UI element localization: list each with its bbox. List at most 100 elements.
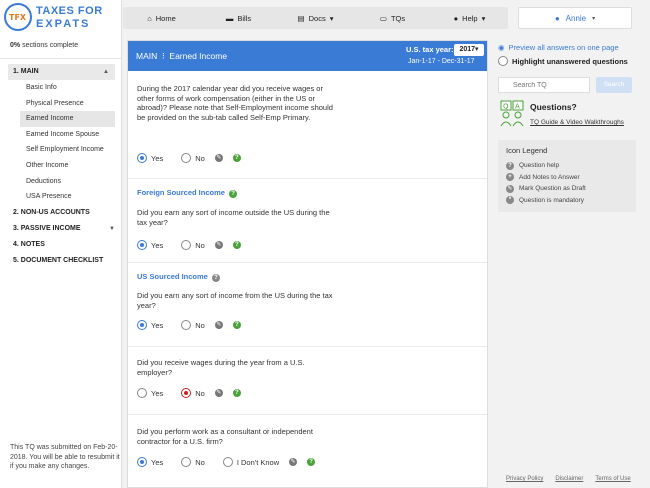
user-icon: ● (554, 13, 560, 23)
svg-text:A: A (515, 103, 520, 111)
submitted-note: This TQ was submitted on Feb-20-2018. Yo… (10, 444, 120, 470)
question-foreign-income: Foreign Sourced Income ? Did you earn an… (128, 179, 487, 263)
add-note-icon: + (506, 173, 514, 182)
question-wages: During the 2017 calendar year did you re… (128, 71, 487, 179)
tax-year-range: Jan-1-17 - Dec-31-17 (408, 58, 475, 65)
sidebar: TFX TAXES FOR EXPATS 0% sections complet… (0, 0, 122, 488)
question-text: Did you receive wages during the year fr… (137, 358, 305, 377)
logo-mark: TFX (4, 3, 32, 31)
question-us-income: US Sourced Income ? Did you earn any sor… (128, 263, 487, 347)
legend-item: + Add Notes to Answer (506, 172, 628, 184)
bills-icon: ▬ (225, 13, 234, 23)
question-subtitle: Foreign Sourced Income ? (137, 188, 238, 198)
sidebar-section-passive-income[interactable]: 3. PASSIVE INCOME ▼ (0, 221, 121, 237)
user-menu[interactable]: ● Annie ▾ (518, 7, 632, 29)
nav-tqs[interactable]: ▭ TQs (354, 7, 431, 29)
radio-yes[interactable] (137, 388, 147, 398)
disclaimer-link[interactable]: Disclaimer (555, 476, 583, 482)
highlight-checkbox[interactable] (498, 56, 508, 66)
legend-item: ✎ Mark Question as Draft (506, 184, 586, 193)
pencil-icon[interactable]: ✎ (214, 389, 223, 397)
radio-yes[interactable] (137, 457, 147, 467)
radio-yes[interactable] (137, 240, 147, 250)
search-button[interactable]: Search (596, 77, 632, 93)
legend-item: * Question is mandatory (506, 195, 628, 207)
radio-no[interactable] (181, 320, 192, 330)
radio-no[interactable] (181, 388, 192, 398)
radio-yes[interactable] (137, 320, 147, 330)
pencil-icon[interactable]: ✎ (289, 458, 298, 466)
terms-link[interactable]: Terms of Use (595, 476, 630, 482)
legend-title: Icon Legend (506, 146, 548, 155)
nav-home[interactable]: ⌂ Home (123, 7, 200, 29)
radio-dont-know[interactable] (222, 457, 233, 467)
caret-down-icon: ▾ (592, 15, 596, 22)
question-text: Did you earn any sort of income from the… (137, 291, 333, 310)
logo-text-line1: TAXES FOR (36, 5, 103, 17)
radio-yes[interactable] (137, 153, 147, 163)
question-help-icon[interactable]: ? (232, 154, 241, 162)
sidebar-section-document-checklist[interactable]: 5. DOCUMENT CHECKLIST (0, 253, 121, 269)
privacy-link[interactable]: Privacy Policy (506, 476, 543, 482)
question-us-employer: Did you receive wages during the year fr… (128, 347, 487, 415)
sidebar-item-physical-presence[interactable]: Physical Presence (0, 96, 121, 112)
sidebar-section-non-us-accounts[interactable]: 2. NON-US ACCOUNTS (0, 205, 121, 221)
question-help-icon[interactable]: ? (229, 190, 238, 198)
home-icon: ⌂ (147, 13, 152, 23)
question-text: During the 2017 calendar year did you re… (137, 84, 333, 122)
progress-text: 0% sections complete (10, 42, 79, 49)
docs-icon: ▤ (297, 13, 305, 23)
sidebar-item-deductions[interactable]: Deductions (0, 174, 121, 190)
sidebar-item-other-income[interactable]: Other Income (0, 158, 121, 174)
question-help-icon[interactable]: ? (232, 389, 241, 397)
sidebar-item-self-employment-income[interactable]: Self Employment Income (0, 142, 121, 158)
icon-legend: Icon Legend ? Question help + Add Notes to… (498, 140, 636, 212)
question-text: Did you perform work as a consultant or … (137, 427, 313, 446)
question-help-icon[interactable]: ? (211, 274, 220, 282)
preview-link[interactable]: ◉ Preview all answers on one page (498, 43, 619, 52)
tax-year-select[interactable]: 2017▾ (454, 44, 484, 56)
question-help-icon[interactable]: ? (232, 241, 241, 249)
logo-text-line2: EXPATS (36, 18, 91, 30)
questions-icon: Q A (500, 100, 524, 127)
sidebar-item-earned-income-spouse[interactable]: Earned Income Spouse (0, 127, 121, 143)
question-help-icon[interactable]: ? (307, 458, 316, 466)
help-icon: ● (453, 13, 459, 23)
eye-icon: ◉ (498, 43, 505, 52)
caret-up-icon: ▲ (103, 69, 109, 75)
caret-down-icon: ▼ (109, 225, 115, 232)
highlight-toggle[interactable]: Highlight unanswered questions (498, 56, 628, 66)
pencil-icon[interactable]: ✎ (214, 241, 223, 249)
legend-item: ? Question help (506, 160, 628, 172)
sidebar-section-notes[interactable]: 4. NOTES (0, 237, 121, 253)
sidebar-item-basic-info[interactable]: Basic Info (0, 80, 121, 96)
top-nav: ⌂ Home ▬ Bills ▤ Docs ▾ ▭ TQs ● Help ▾ (123, 7, 508, 29)
tq-icon: ▭ (379, 13, 387, 23)
radio-no[interactable] (181, 457, 192, 467)
logo[interactable]: TFX TAXES FOR EXPATS (4, 3, 116, 31)
radio-no[interactable] (181, 240, 192, 250)
question-help-icon[interactable]: ? (232, 321, 241, 329)
pencil-icon[interactable]: ✎ (214, 154, 223, 162)
nav-bills[interactable]: ▬ Bills (200, 7, 277, 29)
main-header: MAIN ⁝ Earned Income U.S. tax year: 2017… (128, 41, 487, 71)
search-input[interactable] (498, 77, 590, 93)
main-panel: MAIN ⁝ Earned Income U.S. tax year: 2017… (127, 40, 488, 488)
tq-guide-link[interactable]: TQ Guide & Video Walkthroughs (530, 119, 624, 126)
mandatory-icon: * (506, 196, 514, 205)
question-text: Did you earn any sort of income outside … (137, 208, 330, 227)
sidebar-item-usa-presence[interactable]: USA Presence (0, 189, 121, 205)
footer: Privacy Policy Disclaimer Terms of Use (506, 476, 631, 482)
sidebar-nav: 1. MAIN ▲ Basic Info Physical Presence Ea… (0, 64, 121, 269)
nav-docs[interactable]: ▤ Docs ▾ (277, 7, 354, 29)
nav-help[interactable]: ● Help ▾ (431, 7, 508, 29)
caret-down-icon: ▾ (329, 13, 334, 23)
sidebar-section-main[interactable]: 1. MAIN ▲ (8, 64, 115, 80)
tax-year-label: U.S. tax year: (406, 45, 454, 54)
caret-down-icon: ▾ (481, 13, 486, 23)
sidebar-item-earned-income[interactable]: Earned Income (20, 111, 115, 127)
pencil-icon: ✎ (506, 184, 514, 193)
pencil-icon[interactable]: ✎ (214, 321, 223, 329)
questions-heading: Questions? (530, 102, 577, 112)
radio-no[interactable] (181, 153, 192, 163)
